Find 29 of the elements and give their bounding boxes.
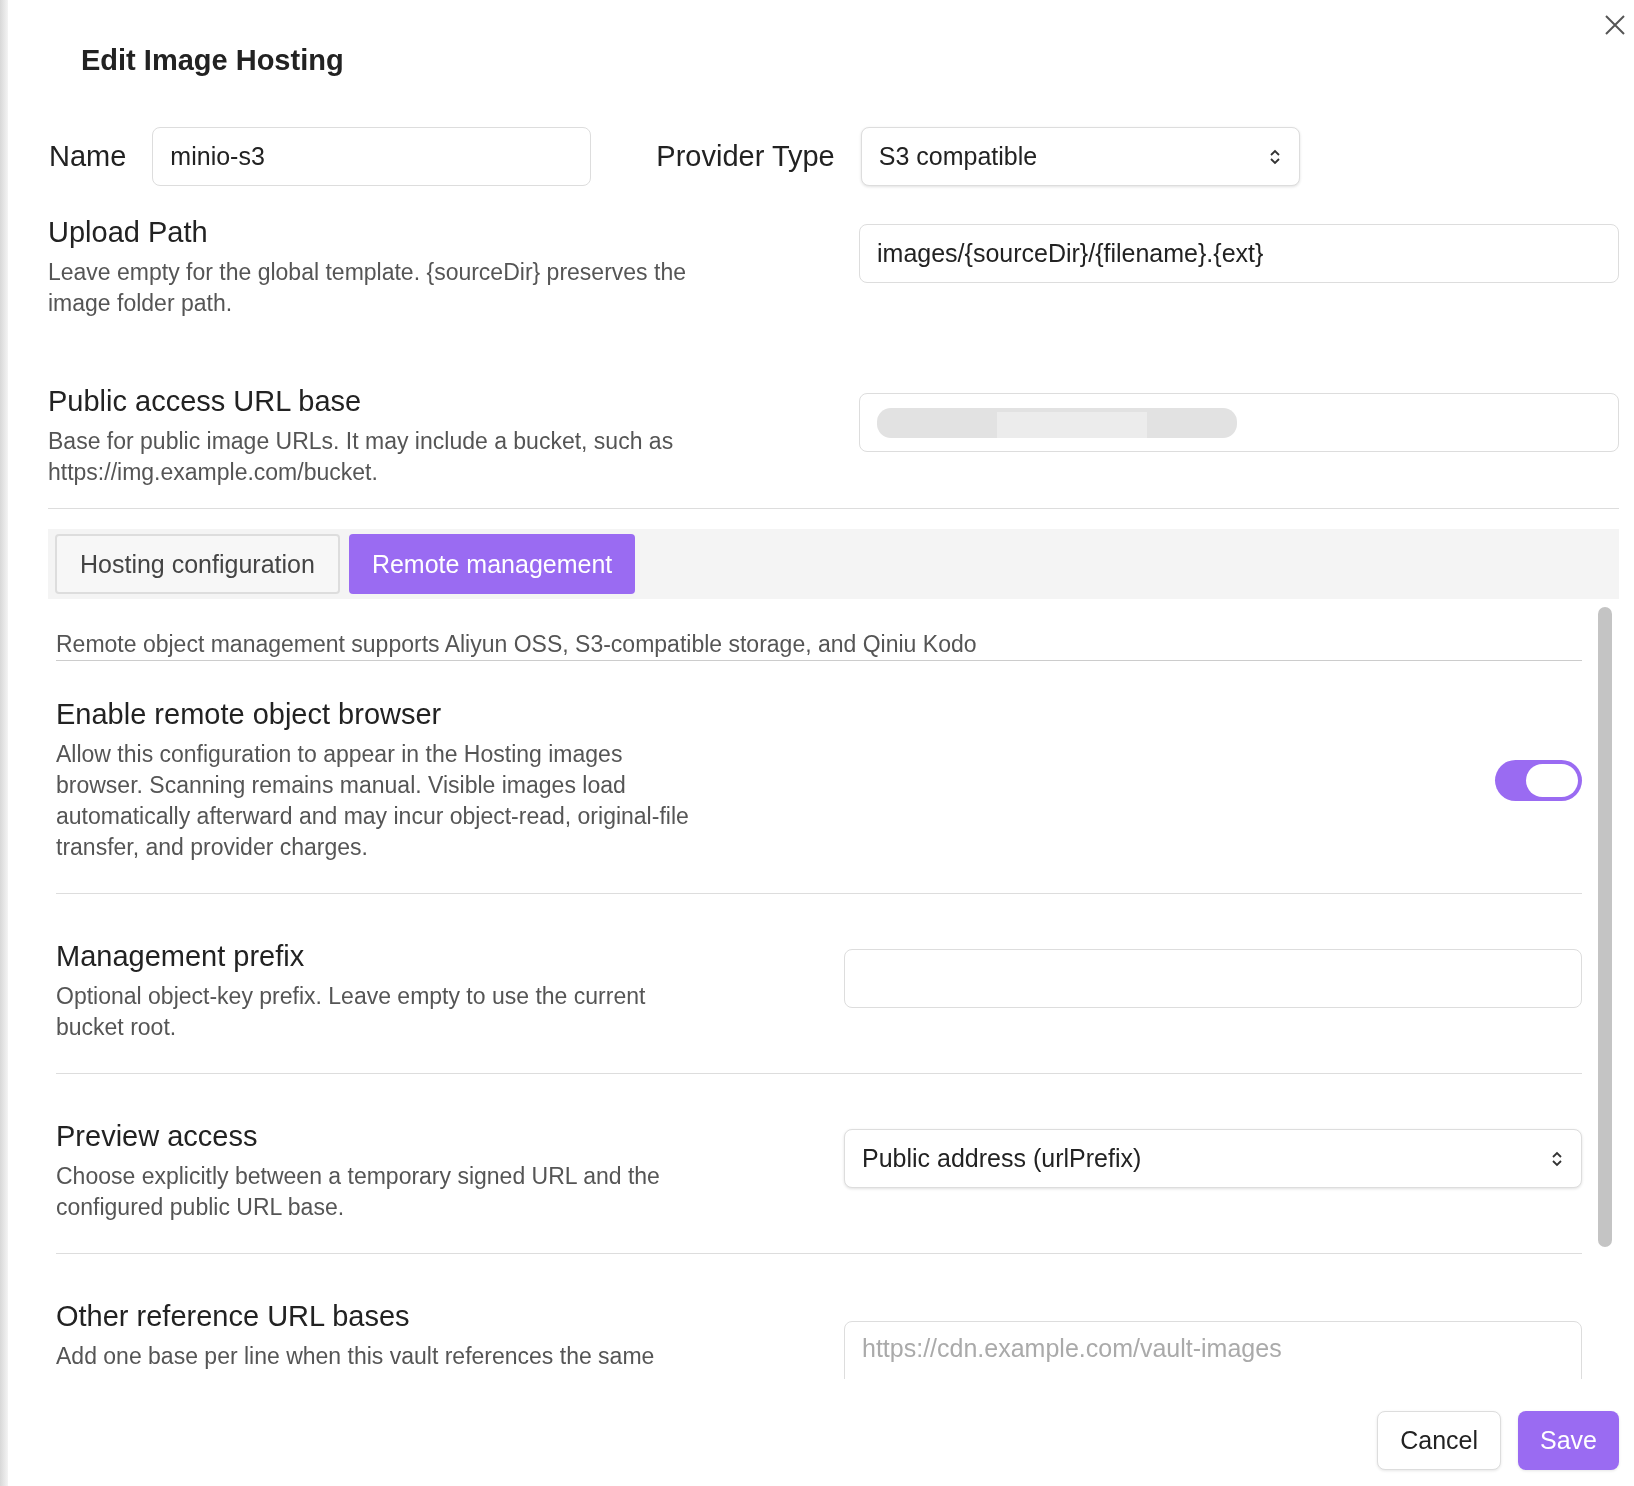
close-icon[interactable] — [1604, 14, 1626, 36]
field-description: Base for public image URLs. It may include a bucket, such as https://img.example.com/bucket. — [48, 427, 675, 487]
setting-title: Enable remote object browser — [56, 698, 443, 731]
cancel-button[interactable]: Cancel — [1377, 1411, 1501, 1470]
field-label: Public access URL base — [48, 385, 363, 418]
save-button[interactable]: Save — [1518, 1411, 1619, 1470]
select-field[interactable]: Public address (urlPrefix) — [844, 1129, 1582, 1188]
input-field[interactable] — [859, 393, 1619, 452]
field-label: Upload Path — [48, 216, 209, 249]
toggle-switch[interactable] — [1495, 760, 1582, 801]
info-note: Remote object management supports Aliyun OSS, S3-compatible storage, and Qiniu Kodo — [56, 599, 1582, 661]
setting-title: Other reference URL bases — [56, 1300, 411, 1333]
setting-title: Preview access — [56, 1120, 259, 1153]
tab[interactable]: Hosting configuration — [55, 534, 340, 594]
setting-description: Add one base per line when this vault references the same — [56, 1342, 656, 1371]
input-field[interactable]: minio-s3 — [152, 127, 592, 186]
setting-description: Optional object-key prefix. Leave empty to use the current bucket root. — [56, 982, 647, 1042]
select-field[interactable]: S3 compatible — [860, 127, 1300, 186]
dialog-title: Edit Image Hosting — [81, 44, 344, 77]
input-field[interactable]: images/{sourceDir}/{filename}.{ext} — [859, 224, 1619, 283]
field-description: Leave empty for the global template. {sourceDir} preserves the image folder path. — [48, 258, 687, 318]
scrollbar[interactable] — [1598, 607, 1612, 1247]
setting-title: Management prefix — [56, 940, 306, 973]
setting-description: Choose explicitly between a temporary signed URL and the configured public URL base. — [56, 1162, 661, 1222]
setting-description: Allow this configuration to appear in the Hosting images browser. Scanning remains manual. Visible images load automatically afterward and may incur object-read, original-file transfer, and provider charges. — [56, 740, 690, 862]
tab[interactable]: Remote management — [348, 534, 636, 594]
field-label: Name — [49, 140, 127, 173]
field-label: Provider Type — [656, 140, 835, 173]
input-field[interactable] — [844, 949, 1582, 1008]
